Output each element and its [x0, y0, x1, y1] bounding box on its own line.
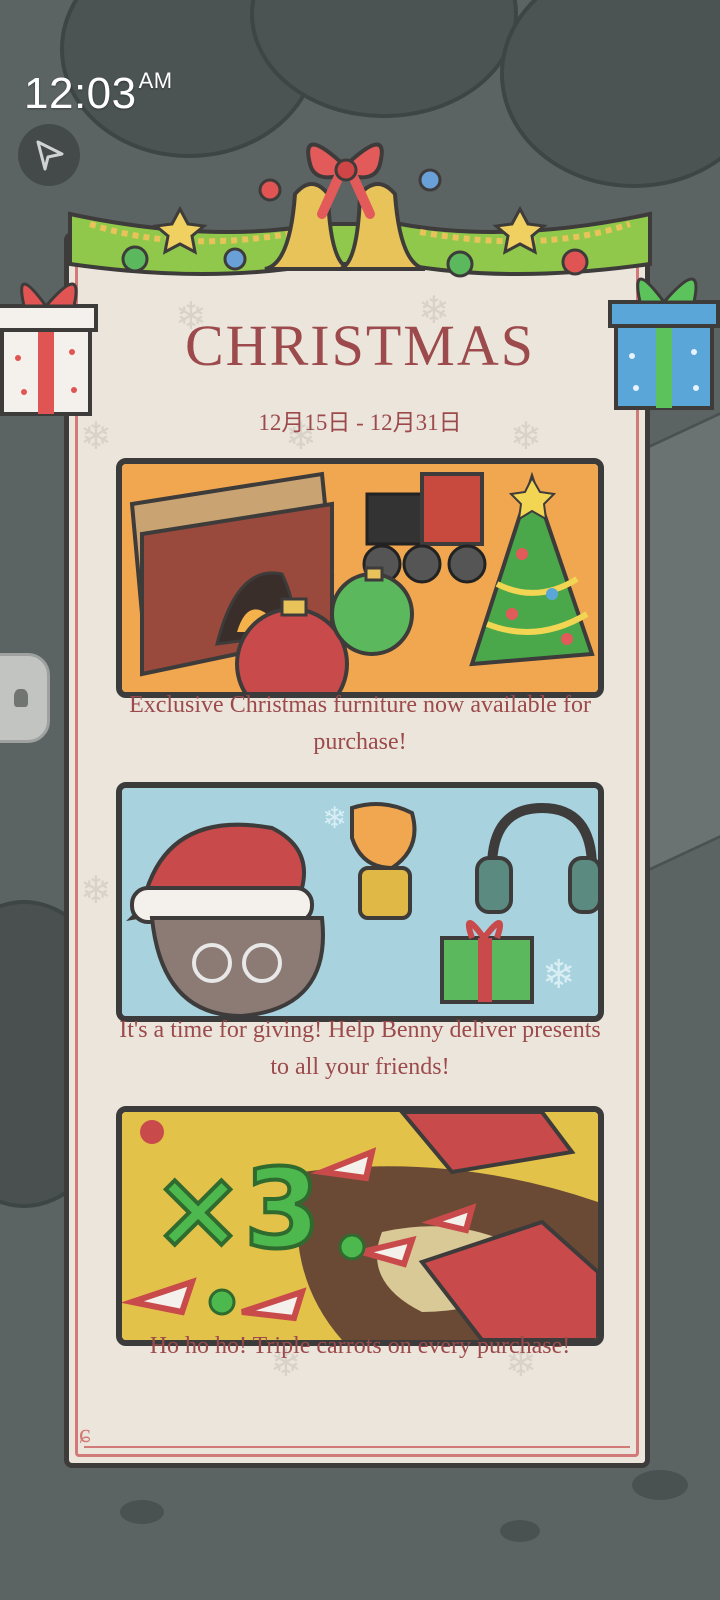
event-dates: 12月15日 - 12月31日 — [258, 410, 462, 435]
banner-furniture[interactable] — [116, 458, 604, 698]
svg-text:❄: ❄ — [322, 801, 347, 836]
giving-illustration: ❄ ❄ — [122, 788, 598, 1016]
side-tab-icon — [14, 689, 28, 707]
svg-text:×3: ×3 — [152, 1145, 321, 1273]
svg-text:❄: ❄ — [542, 952, 576, 998]
time-ampm: AM — [138, 68, 173, 93]
carrots-illustration: ×3 — [122, 1112, 598, 1340]
banner-carrots[interactable]: ×3 — [116, 1106, 604, 1346]
banner-carrots-caption: Ho ho ho! Triple carrots on every purcha… — [149, 1333, 571, 1359]
corner-swirl-icon: ɕ — [79, 1419, 91, 1448]
furniture-illustration — [122, 464, 598, 692]
banner-furniture-caption: Exclusive Christmas furniture now availa… — [129, 692, 591, 755]
banner-giving[interactable]: ❄ ❄ — [116, 782, 604, 1022]
snowflake-icon: ❄ — [80, 870, 112, 912]
banner-giving-caption: It's a time for giving! Help Benny deliv… — [119, 1017, 601, 1080]
side-panel-tab[interactable] — [0, 653, 50, 743]
event-title: CHRISTMAS — [185, 313, 535, 378]
garland-bells-decoration — [68, 142, 652, 278]
